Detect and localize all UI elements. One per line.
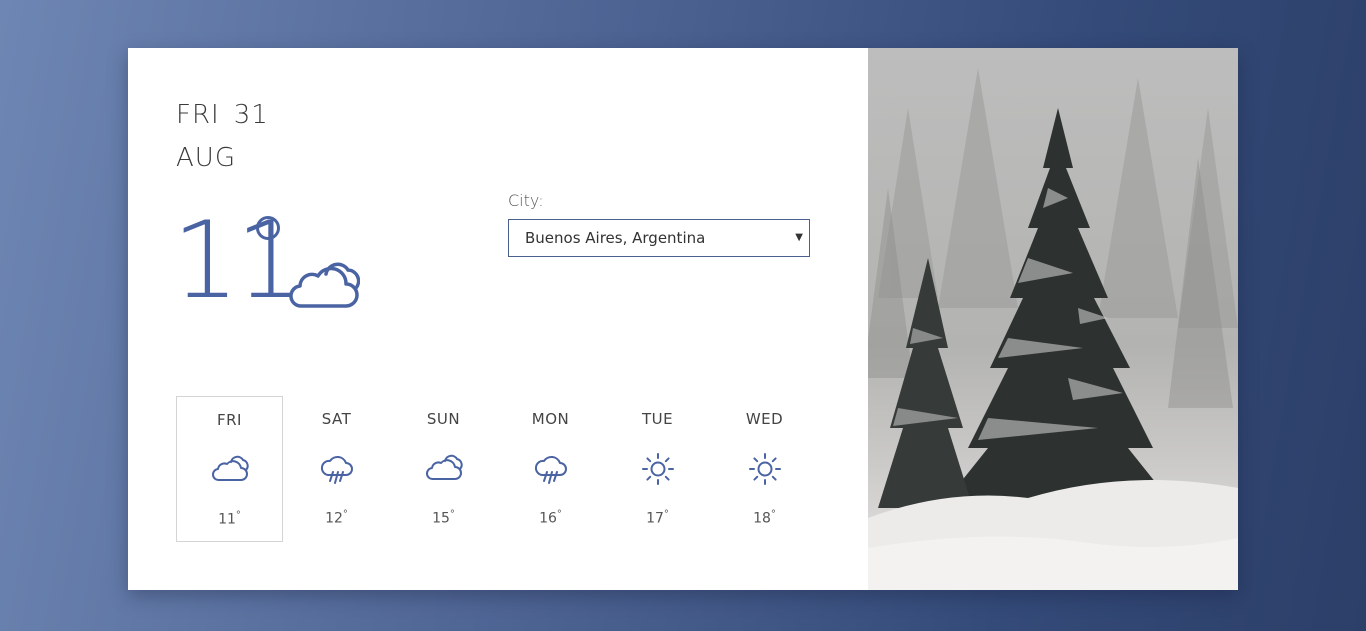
city-label: City: bbox=[508, 191, 544, 210]
dropdown-arrow-icon: ▼ bbox=[795, 232, 803, 243]
snow-scene-image bbox=[868, 48, 1238, 590]
forecast-temperature: 18° bbox=[753, 509, 776, 527]
forecast-day-sat[interactable]: SAT 12° bbox=[283, 396, 390, 542]
cloud-icon bbox=[425, 454, 463, 480]
rain-cloud-icon bbox=[320, 456, 353, 484]
forecast-day-name: SUN bbox=[426, 410, 461, 428]
cloud-icon bbox=[289, 262, 360, 308]
forecast-day-tue[interactable]: TUE 17° bbox=[604, 396, 711, 542]
forecast-day-name: FRI bbox=[217, 411, 242, 429]
city-select[interactable]: Buenos Aires, Argentina ▼ bbox=[508, 219, 810, 257]
cloud-icon bbox=[211, 455, 249, 481]
degree-symbol-icon bbox=[256, 216, 280, 240]
current-day-number: 31 bbox=[233, 100, 269, 130]
forecast-day-name: SAT bbox=[321, 410, 352, 428]
rain-cloud-icon bbox=[534, 456, 567, 484]
sun-icon bbox=[641, 453, 674, 485]
forecast-day-sun[interactable]: SUN 15° bbox=[390, 396, 497, 542]
current-date: FRI 31 bbox=[176, 100, 269, 130]
current-month: AUG bbox=[176, 143, 236, 173]
forecast-day-mon[interactable]: MON 16° bbox=[497, 396, 604, 542]
weather-card: FRI 31 AUG 11 City: Buenos Aires, Argenti… bbox=[128, 48, 1238, 590]
snowy-pine-tree-photo bbox=[868, 48, 1238, 590]
forecast-day-name: TUE bbox=[641, 410, 674, 428]
current-weekday: FRI bbox=[176, 100, 220, 130]
current-temperature: 11 bbox=[172, 199, 303, 322]
weather-panel: FRI 31 AUG 11 City: Buenos Aires, Argenti… bbox=[128, 48, 868, 590]
forecast-day-fri[interactable]: FRI 11° bbox=[176, 396, 283, 542]
forecast-list: FRI 11° SAT 12° SUN 15° MON 16° TUE 17° … bbox=[176, 396, 818, 542]
forecast-day-name: MON bbox=[531, 410, 570, 428]
forecast-day-name: WED bbox=[745, 410, 784, 428]
forecast-temperature: 16° bbox=[539, 509, 562, 527]
sun-icon bbox=[748, 453, 781, 485]
forecast-temperature: 11° bbox=[218, 510, 241, 528]
forecast-temperature: 17° bbox=[646, 509, 669, 527]
forecast-temperature: 15° bbox=[432, 509, 455, 527]
forecast-temperature: 12° bbox=[325, 509, 348, 527]
city-select-value: Buenos Aires, Argentina bbox=[525, 229, 706, 247]
forecast-day-wed[interactable]: WED 18° bbox=[711, 396, 818, 542]
